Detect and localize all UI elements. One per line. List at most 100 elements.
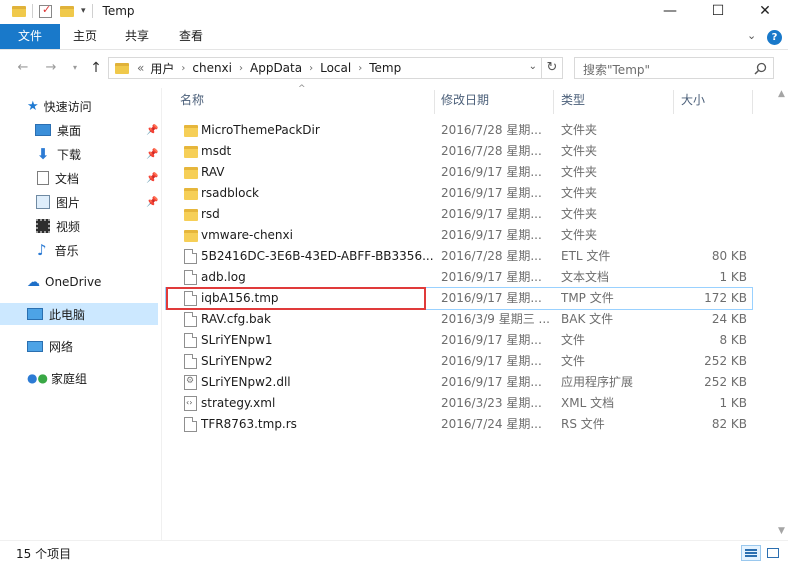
tab-home[interactable]: 主页 (62, 24, 108, 49)
refresh-button[interactable]: ↻ (541, 57, 563, 79)
file-row[interactable]: SLriYENpw2.dll 2016/9/17 星期... 应用程序扩展 252 K… (166, 372, 752, 393)
pin-icon[interactable]: 📌 (146, 197, 158, 208)
breadcrumb-chenxi[interactable]: chenxi (192, 61, 232, 75)
nav-onedrive[interactable]: ☁ OneDrive (0, 271, 158, 293)
column-divider[interactable] (752, 90, 753, 114)
chevron-right-icon[interactable]: › (239, 63, 243, 74)
file-row[interactable]: SLriYENpw1 2016/9/17 星期... 文件 8 KB (166, 330, 752, 351)
column-divider[interactable] (553, 90, 554, 114)
nav-homegroup[interactable]: ●● 家庭组 (0, 367, 158, 389)
file-row[interactable]: strategy.xml 2016/3/23 星期... XML 文档 1 KB (166, 393, 752, 414)
file-date: 2016/7/28 星期... (441, 144, 542, 158)
file-name: msdt (201, 144, 232, 158)
file-size (681, 162, 747, 183)
nav-item-downloads[interactable]: ⬇ 下载 📌 (0, 143, 159, 165)
nav-item-music[interactable]: ♪ 音乐 (0, 239, 158, 261)
file-row[interactable]: adb.log 2016/9/17 星期... 文本文档 1 KB (166, 267, 752, 288)
file-name: adb.log (201, 270, 246, 284)
file-name: SLriYENpw2.dll (201, 375, 291, 389)
file-name: TFR8763.tmp.rs (201, 417, 297, 431)
file-size: 24 KB (711, 312, 747, 326)
file-row[interactable]: RAV 2016/9/17 星期... 文件夹 (166, 162, 752, 183)
divider (91, 4, 93, 18)
nav-item-pictures[interactable]: 图片 📌 (0, 191, 158, 213)
breadcrumb-appdata[interactable]: AppData (250, 61, 302, 75)
nav-item-videos[interactable]: 视频 (0, 215, 158, 237)
file-type: 文件 (561, 333, 586, 347)
details-view-button[interactable] (741, 545, 761, 561)
file-row[interactable]: RAV.cfg.bak 2016/3/9 星期三 ... BAK 文件 24 KB (166, 309, 752, 330)
folder-icon (184, 167, 198, 179)
chevron-right-icon[interactable]: › (358, 63, 362, 74)
search-icon[interactable] (754, 62, 767, 75)
breadcrumb-users[interactable]: 用户 (150, 60, 174, 77)
customize-qat-icon[interactable]: ▾ (81, 6, 86, 16)
file-row[interactable]: rsd 2016/9/17 星期... 文件夹 (166, 204, 752, 225)
chevron-down-icon[interactable]: ⌄ (529, 61, 537, 72)
file-icon (184, 270, 197, 285)
properties-icon[interactable]: ✓ (39, 3, 52, 18)
nav-item-desktop[interactable]: 桌面 📌 (0, 119, 158, 141)
up-button[interactable]: ↑ (87, 60, 105, 76)
forward-button[interactable]: → (42, 60, 60, 76)
file-row[interactable]: SLriYENpw2 2016/9/17 星期... 文件 252 KB (166, 351, 752, 372)
file-row[interactable]: 5B2416DC-3E6B-43ED-ABFF-BB3356... 2016/7/… (166, 246, 752, 267)
large-icons-view-icon (767, 548, 779, 558)
column-header-date[interactable]: 修改日期 (441, 90, 549, 114)
file-row[interactable]: TFR8763.tmp.rs 2016/7/24 星期... RS 文件 82 KB (166, 414, 752, 435)
navigation-pane: ★ 快速访问 桌面 📌 ⬇ 下载 📌 文档 📌 图片 📌 视频 ♪ 音乐 ☁ O… (0, 88, 162, 540)
nav-this-pc[interactable]: 此电脑 (0, 303, 158, 325)
close-button[interactable]: ✕ (742, 0, 788, 22)
large-icons-view-button[interactable] (763, 545, 783, 561)
search-input[interactable]: 搜索"Temp" (583, 61, 650, 78)
file-row[interactable]: MicroThemePackDir 2016/7/28 星期... 文件夹 (166, 120, 752, 141)
minimize-button[interactable]: — (647, 0, 693, 22)
file-date: 2016/3/9 星期三 ... (441, 312, 550, 326)
tab-view[interactable]: 查看 (168, 24, 214, 49)
search-box[interactable]: 搜索"Temp" (574, 57, 774, 79)
nav-label: 网络 (49, 339, 74, 354)
tab-file[interactable]: 文件 (0, 24, 60, 49)
tab-share[interactable]: 共享 (114, 24, 160, 49)
file-name: rsd (201, 207, 220, 221)
pin-icon[interactable]: 📌 (146, 149, 158, 160)
scroll-up-arrow[interactable]: ▲ (778, 89, 785, 99)
pin-icon[interactable]: 📌 (146, 173, 158, 184)
breadcrumb-overflow[interactable]: « (137, 61, 144, 75)
column-header-type[interactable]: 类型 (561, 90, 669, 114)
recent-locations-button[interactable]: ▾ (66, 60, 84, 76)
breadcrumb-temp[interactable]: Temp (369, 61, 401, 75)
pin-icon[interactable]: 📌 (146, 125, 158, 136)
file-type: 文件夹 (561, 123, 598, 137)
column-header-name[interactable]: 名称 (180, 90, 430, 114)
scroll-down-arrow[interactable]: ▼ (778, 526, 785, 536)
back-button[interactable]: ← (14, 60, 32, 76)
chevron-right-icon[interactable]: › (181, 63, 185, 74)
column-divider[interactable] (434, 90, 435, 114)
nav-label: 图片 (56, 195, 81, 210)
breadcrumb-local[interactable]: Local (320, 61, 351, 75)
maximize-button[interactable]: ☐ (695, 0, 741, 22)
file-icon (184, 312, 197, 327)
window-title: Temp (102, 4, 135, 18)
nav-label: 家庭组 (50, 371, 87, 386)
file-type: ETL 文件 (561, 249, 611, 263)
new-folder-icon[interactable] (60, 5, 74, 17)
address-bar[interactable]: « 用户 › chenxi › AppData › Local › Temp ⌄ (108, 57, 542, 79)
expand-ribbon-icon[interactable]: ⌄ (747, 29, 756, 42)
file-row[interactable]: rsadblock 2016/9/17 星期... 文件夹 (166, 183, 752, 204)
file-row[interactable]: msdt 2016/7/28 星期... 文件夹 (166, 141, 752, 162)
file-date: 2016/9/17 星期... (441, 270, 542, 284)
file-size: 82 KB (711, 417, 747, 431)
chevron-right-icon[interactable]: › (309, 63, 313, 74)
column-header-size[interactable]: 大小 (681, 90, 747, 114)
file-row[interactable]: vmware-chenxi 2016/9/17 星期... 文件夹 (166, 225, 752, 246)
nav-quick-access[interactable]: ★ 快速访问 (0, 95, 158, 117)
file-type: RS 文件 (561, 417, 605, 431)
help-icon[interactable]: ? (767, 30, 782, 45)
column-divider[interactable] (673, 90, 674, 114)
file-name: RAV (201, 165, 225, 179)
nav-network[interactable]: 网络 (0, 335, 158, 357)
file-name: MicroThemePackDir (201, 123, 320, 137)
nav-item-documents[interactable]: 文档 📌 (0, 167, 158, 189)
